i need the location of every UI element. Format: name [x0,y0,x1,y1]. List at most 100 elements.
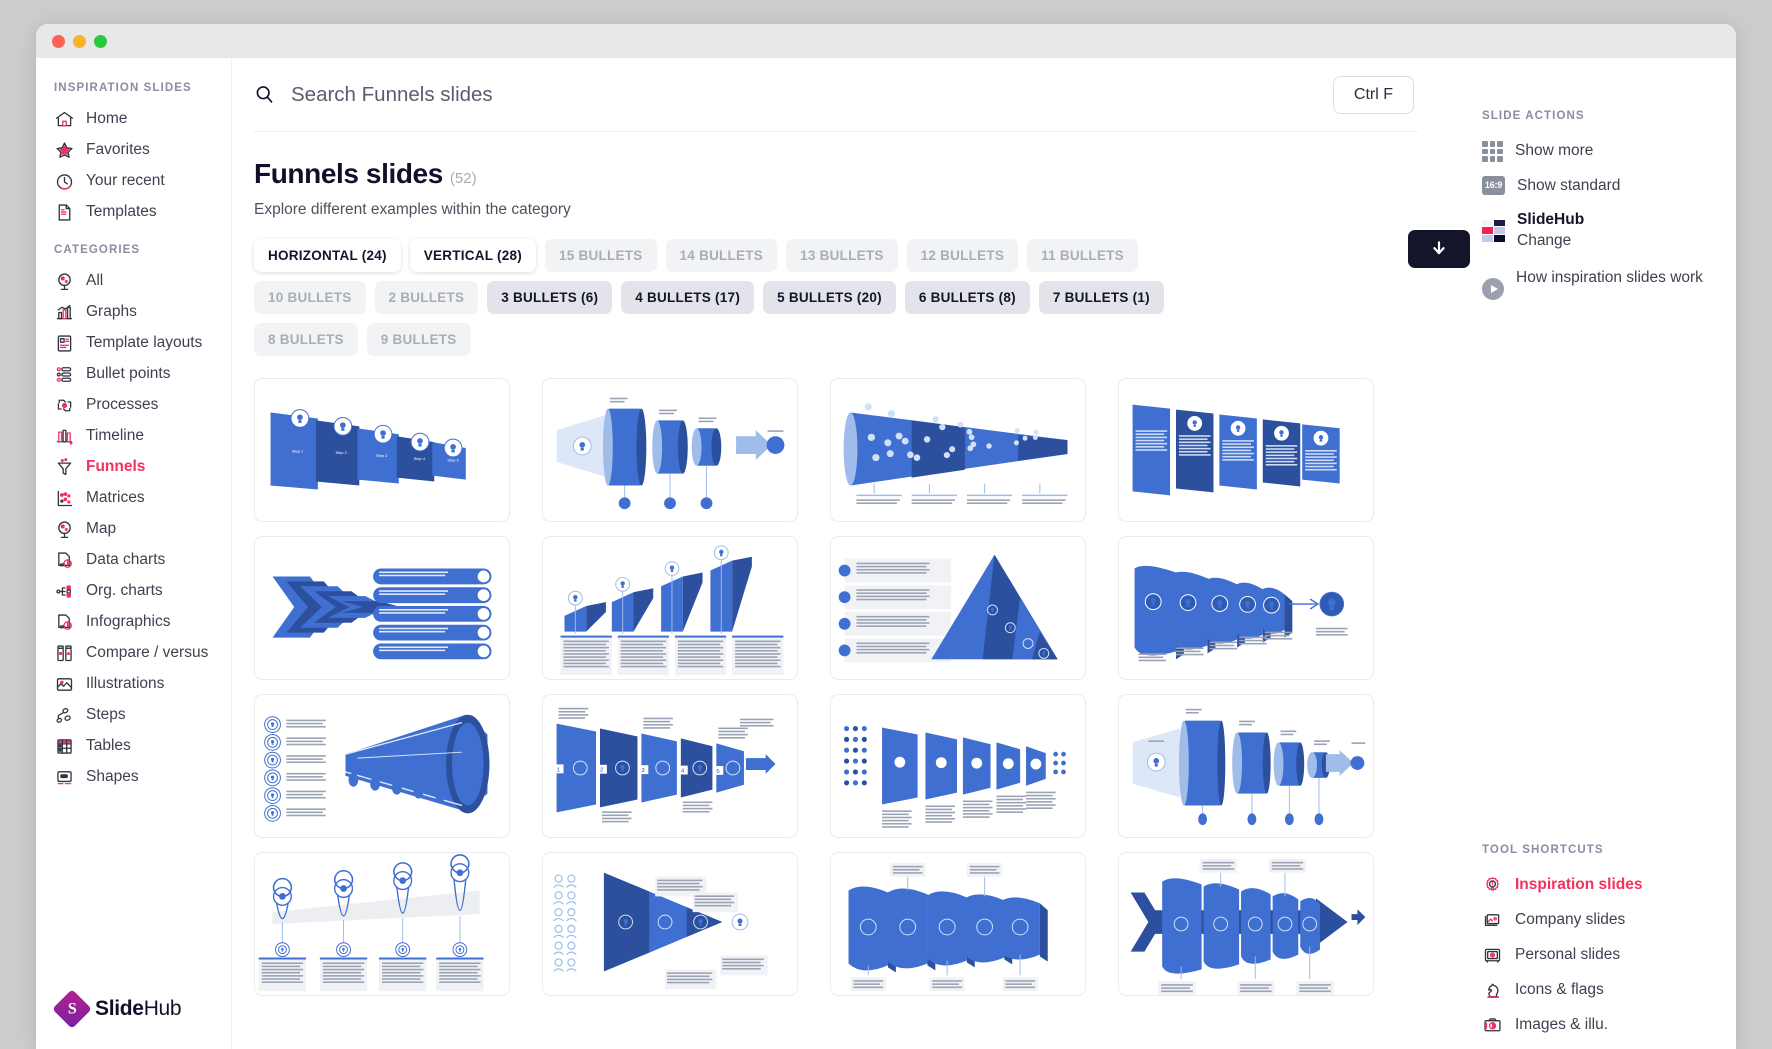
slide-thumbnail-card[interactable] [830,536,1086,680]
slide-thumbnail-card[interactable] [542,536,798,680]
filter-chip[interactable]: 9 BULLETS [367,323,471,356]
sidebar-top-items: Home Favorites Your recent Templates [46,104,231,228]
sidebar-item-label: Home [86,109,127,129]
filter-chip[interactable]: 7 BULLETS (1) [1039,281,1164,314]
slide-thumbnail-card[interactable]: Step 1 Step 2 Step 3 Step 4 Step 5 [254,378,510,522]
nested-arrow-funnel-list [255,537,509,679]
theme-selector[interactable]: SlideHub Change [1482,202,1718,250]
sidebar-item-your-recent[interactable]: Your recent [46,166,231,197]
tool-shortcut-icons-flags[interactable]: Icons & flags [1482,973,1732,1008]
download-arrow-icon [1429,239,1449,259]
globe-icon [54,271,75,292]
slide-thumbnail-card[interactable]: 12345 [542,694,798,838]
slide-thumbnail-card[interactable] [1118,536,1374,680]
sidebar-item-data-charts[interactable]: Data charts [46,545,231,576]
tool-shortcuts-section: TOOL SHORTCUTS Inspiration slides Company… [1482,844,1732,1043]
slide-actions-heading: SLIDE ACTIONS [1482,110,1718,122]
sidebar-item-matrices[interactable]: Matrices [46,483,231,514]
search-input[interactable]: Search Funnels slides [254,83,1333,107]
filter-chip[interactable]: 2 BULLETS [375,281,479,314]
slide-thumbnail-card[interactable] [254,536,510,680]
download-button[interactable] [1408,230,1470,268]
slide-thumbnail-card[interactable] [830,852,1086,996]
minimize-window-button[interactable] [73,35,86,48]
home-icon [54,109,75,130]
filter-chip[interactable]: 13 BULLETS [786,239,898,272]
filter-chip[interactable]: 15 BULLETS [545,239,657,272]
sidebar-item-label: Favorites [86,140,150,160]
sidebar-item-label: Graphs [86,302,137,322]
slidehub-logo-letter: S [68,1000,77,1018]
numbered-panels-funnel: 12345 [543,695,797,837]
tool-shortcut-label: Images & illu. [1515,1015,1608,1034]
sidebar-item-org-charts[interactable]: Org. charts [46,576,231,607]
filter-chip[interactable]: 10 BULLETS [254,281,366,314]
search-input-text: Search Funnels slides [291,83,493,107]
sidebar-item-templates[interactable]: Templates [46,197,231,228]
sidebar-categories-heading: CATEGORIES [46,228,231,266]
theme-labels: SlideHub Change [1517,210,1584,250]
page-heading-block: Funnels slides (52) Explore different exa… [254,132,1460,219]
megaphone-cone-funnel [255,695,509,837]
sidebar-item-label: Your recent [86,171,165,191]
sidebar-item-tables[interactable]: Tables [46,731,231,762]
page-title: Funnels slides [254,158,443,190]
sidebar-item-all[interactable]: All [46,266,231,297]
swatch-cell [1482,235,1493,242]
filter-chip[interactable]: 5 BULLETS (20) [763,281,896,314]
show-standard-action[interactable]: 16:9 Show standard [1482,169,1718,202]
sidebar-item-illustrations[interactable]: Illustrations [46,669,231,700]
filter-chip[interactable]: 3 BULLETS (6) [487,281,612,314]
close-window-button[interactable] [52,35,65,48]
slide-thumbnail-card[interactable] [254,852,510,996]
slide-thumbnail-card[interactable] [830,694,1086,838]
sidebar-item-home[interactable]: Home [46,104,231,135]
show-standard-label: Show standard [1517,176,1620,195]
filter-chip[interactable]: VERTICAL (28) [410,239,536,272]
document-icon [54,202,75,223]
sidebar-item-graphs[interactable]: Graphs [46,297,231,328]
slide-thumbnail-card[interactable] [1118,694,1374,838]
slide-thumbnail-card[interactable] [1118,378,1374,522]
show-more-action[interactable]: Show more [1482,134,1718,169]
tool-shortcut-personal-slides[interactable]: Personal slides [1482,938,1732,973]
filter-chip[interactable]: 8 BULLETS [254,323,358,356]
filter-chip-row: HORIZONTAL (24) VERTICAL (28) 15 BULLETS 14… [254,239,1254,356]
sidebar-item-infographics[interactable]: Infographics [46,607,231,638]
slide-thumbnail-card[interactable] [1118,852,1374,996]
sidebar-item-funnels[interactable]: Funnels [46,452,231,483]
sidebar-item-template-layouts[interactable]: Template layouts [46,328,231,359]
sidebar-item-timeline[interactable]: Timeline [46,421,231,452]
tool-shortcut-images-illu[interactable]: Images & illu. [1482,1008,1732,1043]
swatch-cell [1482,220,1493,227]
how-it-works-action[interactable]: How inspiration slides work [1482,261,1718,307]
filter-chip[interactable]: HORIZONTAL (24) [254,239,401,272]
sidebar-item-favorites[interactable]: Favorites [46,135,231,166]
maximize-window-button[interactable] [94,35,107,48]
sidebar-item-label: Timeline [86,426,144,446]
swatch-cell [1482,227,1493,234]
sidebar-item-map[interactable]: Map [46,514,231,545]
sidebar-item-steps[interactable]: Steps [46,700,231,731]
sidebar-category-items: All Graphs Template layouts Bullet points Pr… [46,266,231,793]
tool-shortcut-company-slides[interactable]: Company slides [1482,903,1732,938]
filter-chip[interactable]: 12 BULLETS [907,239,1019,272]
slidehub-logo[interactable]: S SlideHub [58,995,181,1023]
theme-name: SlideHub [1517,210,1584,230]
search-shortcut-button[interactable]: Ctrl F [1333,76,1414,114]
slide-thumbnail-card[interactable] [542,852,798,996]
tool-shortcut-inspiration-slides[interactable]: Inspiration slides [1482,868,1732,903]
sidebar-item-shapes[interactable]: Shapes [46,762,231,793]
search-icon [254,84,275,105]
filter-chip[interactable]: 6 BULLETS (8) [905,281,1030,314]
sidebar-item-compare-versus[interactable]: Compare / versus [46,638,231,669]
filter-chip[interactable]: 11 BULLETS [1027,239,1138,272]
slide-thumbnail-card[interactable] [830,378,1086,522]
filter-chip[interactable]: 4 BULLETS (17) [621,281,754,314]
sidebar-item-processes[interactable]: Processes [46,390,231,421]
star-icon [54,140,75,161]
sidebar-item-bullet-points[interactable]: Bullet points [46,359,231,390]
slide-thumbnail-card[interactable] [542,378,798,522]
slide-thumbnail-card[interactable] [254,694,510,838]
filter-chip[interactable]: 14 BULLETS [666,239,778,272]
